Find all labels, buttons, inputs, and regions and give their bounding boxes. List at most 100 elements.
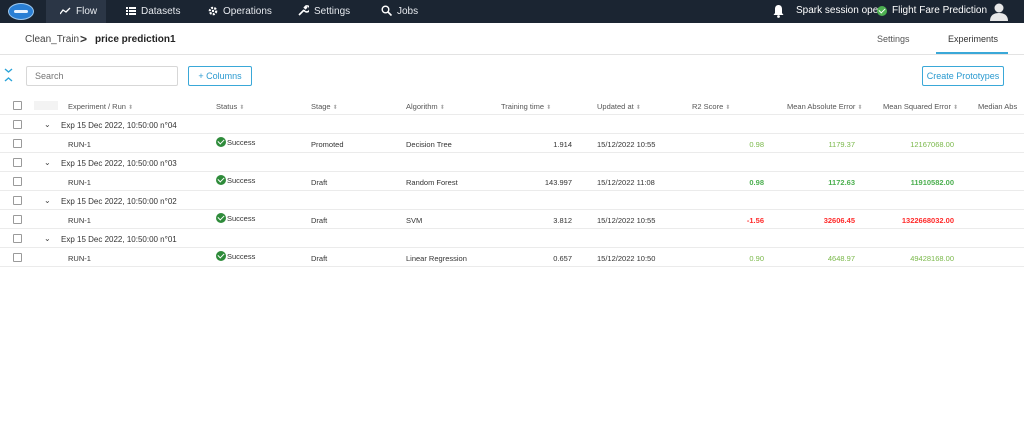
table-row[interactable]: RUN-1 Success Promoted Decision Tree 1.9… — [0, 134, 1024, 153]
col-stage[interactable]: Stage ⬍ — [311, 102, 338, 111]
col-label: Updated at — [597, 102, 634, 111]
table-row[interactable]: RUN-1 Success Draft SVM 3.812 15/12/2022… — [0, 210, 1024, 229]
table-header: Experiment / Run ⬍ Status ⬍ Stage ⬍ Algorit… — [0, 96, 1024, 115]
sort-icon: ⬍ — [725, 105, 731, 111]
mse-value: 1322668032.00 — [901, 216, 954, 225]
col-label: Stage — [311, 102, 331, 111]
experiment-group-row[interactable]: ⌄ Exp 15 Dec 2022, 10:50:00 n°03 — [0, 153, 1024, 172]
experiment-group-row[interactable]: ⌄ Exp 15 Dec 2022, 10:50:00 n°02 — [0, 191, 1024, 210]
col-label: Experiment / Run — [68, 102, 126, 111]
sort-icon: ⬍ — [239, 105, 245, 111]
success-check-icon — [216, 137, 226, 148]
nav-flow-label: Flow — [76, 6, 98, 17]
mse-value: 12167068.00 — [910, 140, 954, 149]
status-label: Success — [227, 214, 256, 223]
row-checkbox[interactable] — [13, 120, 22, 129]
updated-at-value: 15/12/2022 10:50 — [597, 254, 656, 263]
col-median-abs[interactable]: Median Abs — [978, 102, 1017, 111]
row-checkbox[interactable] — [13, 234, 22, 243]
sort-icon: ⬍ — [857, 105, 863, 111]
mse-value: 11910582.00 — [910, 178, 954, 187]
tab-settings[interactable]: Settings — [877, 34, 910, 44]
list-icon — [126, 6, 136, 17]
sort-icon: ⬍ — [127, 105, 133, 111]
run-name[interactable]: RUN-1 — [68, 216, 91, 225]
nav-datasets-label: Datasets — [141, 6, 181, 17]
project-name[interactable]: Flight Fare Prediction — [892, 5, 987, 16]
updated-at-value: 15/12/2022 10:55 — [597, 140, 656, 149]
nav-operations[interactable]: Operations — [208, 0, 272, 23]
row-checkbox[interactable] — [13, 177, 22, 186]
training-time-value: 3.812 — [553, 216, 572, 225]
table-row[interactable]: RUN-1 Success Draft Random Forest 143.99… — [0, 172, 1024, 191]
nav-jobs[interactable]: Jobs — [381, 0, 418, 23]
experiment-group-row[interactable]: ⌄ Exp 15 Dec 2022, 10:50:00 n°04 — [0, 115, 1024, 134]
run-name[interactable]: RUN-1 — [68, 254, 91, 263]
top-nav: Flow Datasets Operations Settings Jobs S… — [0, 0, 1024, 23]
chevron-down-icon[interactable]: ⌄ — [44, 196, 51, 205]
success-check-icon — [216, 213, 226, 224]
experiment-name: Exp 15 Dec 2022, 10:50:00 n°03 — [61, 159, 177, 168]
nav-datasets[interactable]: Datasets — [126, 0, 180, 23]
r2-value: 0.98 — [749, 140, 764, 149]
col-label: Median Abs — [978, 102, 1018, 111]
sort-icon: ⬍ — [952, 105, 958, 111]
success-check-icon — [216, 175, 226, 186]
nav-settings[interactable]: Settings — [298, 0, 350, 23]
nav-flow[interactable]: Flow — [46, 0, 106, 23]
col-algorithm[interactable]: Algorithm ⬍ — [406, 102, 445, 111]
training-time-value: 143.997 — [544, 178, 572, 187]
row-checkbox[interactable] — [13, 158, 22, 167]
select-all-checkbox[interactable] — [13, 101, 22, 110]
r2-value: 0.90 — [749, 254, 764, 263]
row-checkbox[interactable] — [13, 253, 22, 262]
col-label: Algorithm — [406, 102, 438, 111]
run-name[interactable]: RUN-1 — [68, 140, 91, 149]
collapse-all-icon[interactable] — [4, 68, 13, 82]
algorithm-value: Random Forest — [406, 178, 458, 187]
mae-value: 32606.45 — [823, 216, 855, 225]
search-input[interactable] — [26, 66, 178, 86]
table-row[interactable]: RUN-1 Success Draft Linear Regression 0.… — [0, 248, 1024, 267]
stage-value: Draft — [311, 216, 328, 225]
add-columns-button[interactable]: + Columns — [188, 66, 252, 86]
experiment-group-row[interactable]: ⌄ Exp 15 Dec 2022, 10:50:00 n°01 — [0, 229, 1024, 248]
chevron-down-icon[interactable]: ⌄ — [44, 234, 51, 243]
experiment-name: Exp 15 Dec 2022, 10:50:00 n°01 — [61, 235, 177, 244]
algorithm-value: Decision Tree — [406, 140, 452, 149]
chevron-down-icon[interactable]: ⌄ — [44, 158, 51, 167]
header-spacer — [34, 101, 58, 110]
active-tab-indicator — [936, 52, 1008, 54]
status-label: Success — [227, 252, 256, 261]
col-status[interactable]: Status ⬍ — [216, 102, 244, 111]
col-mse[interactable]: Mean Squared Error ⬍ — [883, 102, 958, 111]
breadcrumb-current: price prediction1 — [95, 34, 176, 45]
app-logo-icon[interactable] — [8, 3, 34, 20]
chevron-down-icon[interactable]: ⌄ — [44, 120, 51, 129]
run-name[interactable]: RUN-1 — [68, 178, 91, 187]
breadcrumb-parent[interactable]: Clean_Train — [25, 34, 79, 45]
stage-value: Draft — [311, 254, 328, 263]
mae-value: 4648.97 — [827, 254, 855, 263]
row-checkbox[interactable] — [13, 215, 22, 224]
row-checkbox[interactable] — [13, 139, 22, 148]
stage-value: Promoted — [311, 140, 344, 149]
col-updated-at[interactable]: Updated at ⬍ — [597, 102, 641, 111]
col-label: Training time — [501, 102, 545, 111]
spark-session-status[interactable]: Spark session open — [796, 5, 884, 16]
col-r2-score[interactable]: R2 Score ⬍ — [692, 102, 730, 111]
user-avatar-icon[interactable] — [990, 2, 1008, 21]
col-training-time[interactable]: Training time ⬍ — [501, 102, 551, 111]
col-experiment-run[interactable]: Experiment / Run ⬍ — [68, 102, 133, 111]
training-time-value: 0.657 — [553, 254, 572, 263]
col-mae[interactable]: Mean Absolute Error ⬍ — [787, 102, 862, 111]
updated-at-value: 15/12/2022 11:08 — [597, 178, 655, 187]
nav-operations-label: Operations — [223, 6, 272, 17]
gear-icon — [208, 6, 218, 18]
col-label: R2 Score — [692, 102, 724, 111]
bell-icon[interactable] — [773, 4, 784, 18]
sort-icon: ⬍ — [439, 105, 445, 111]
tab-experiments[interactable]: Experiments — [948, 34, 998, 44]
create-prototypes-button[interactable]: Create Prototypes — [922, 66, 1004, 86]
row-checkbox[interactable] — [13, 196, 22, 205]
